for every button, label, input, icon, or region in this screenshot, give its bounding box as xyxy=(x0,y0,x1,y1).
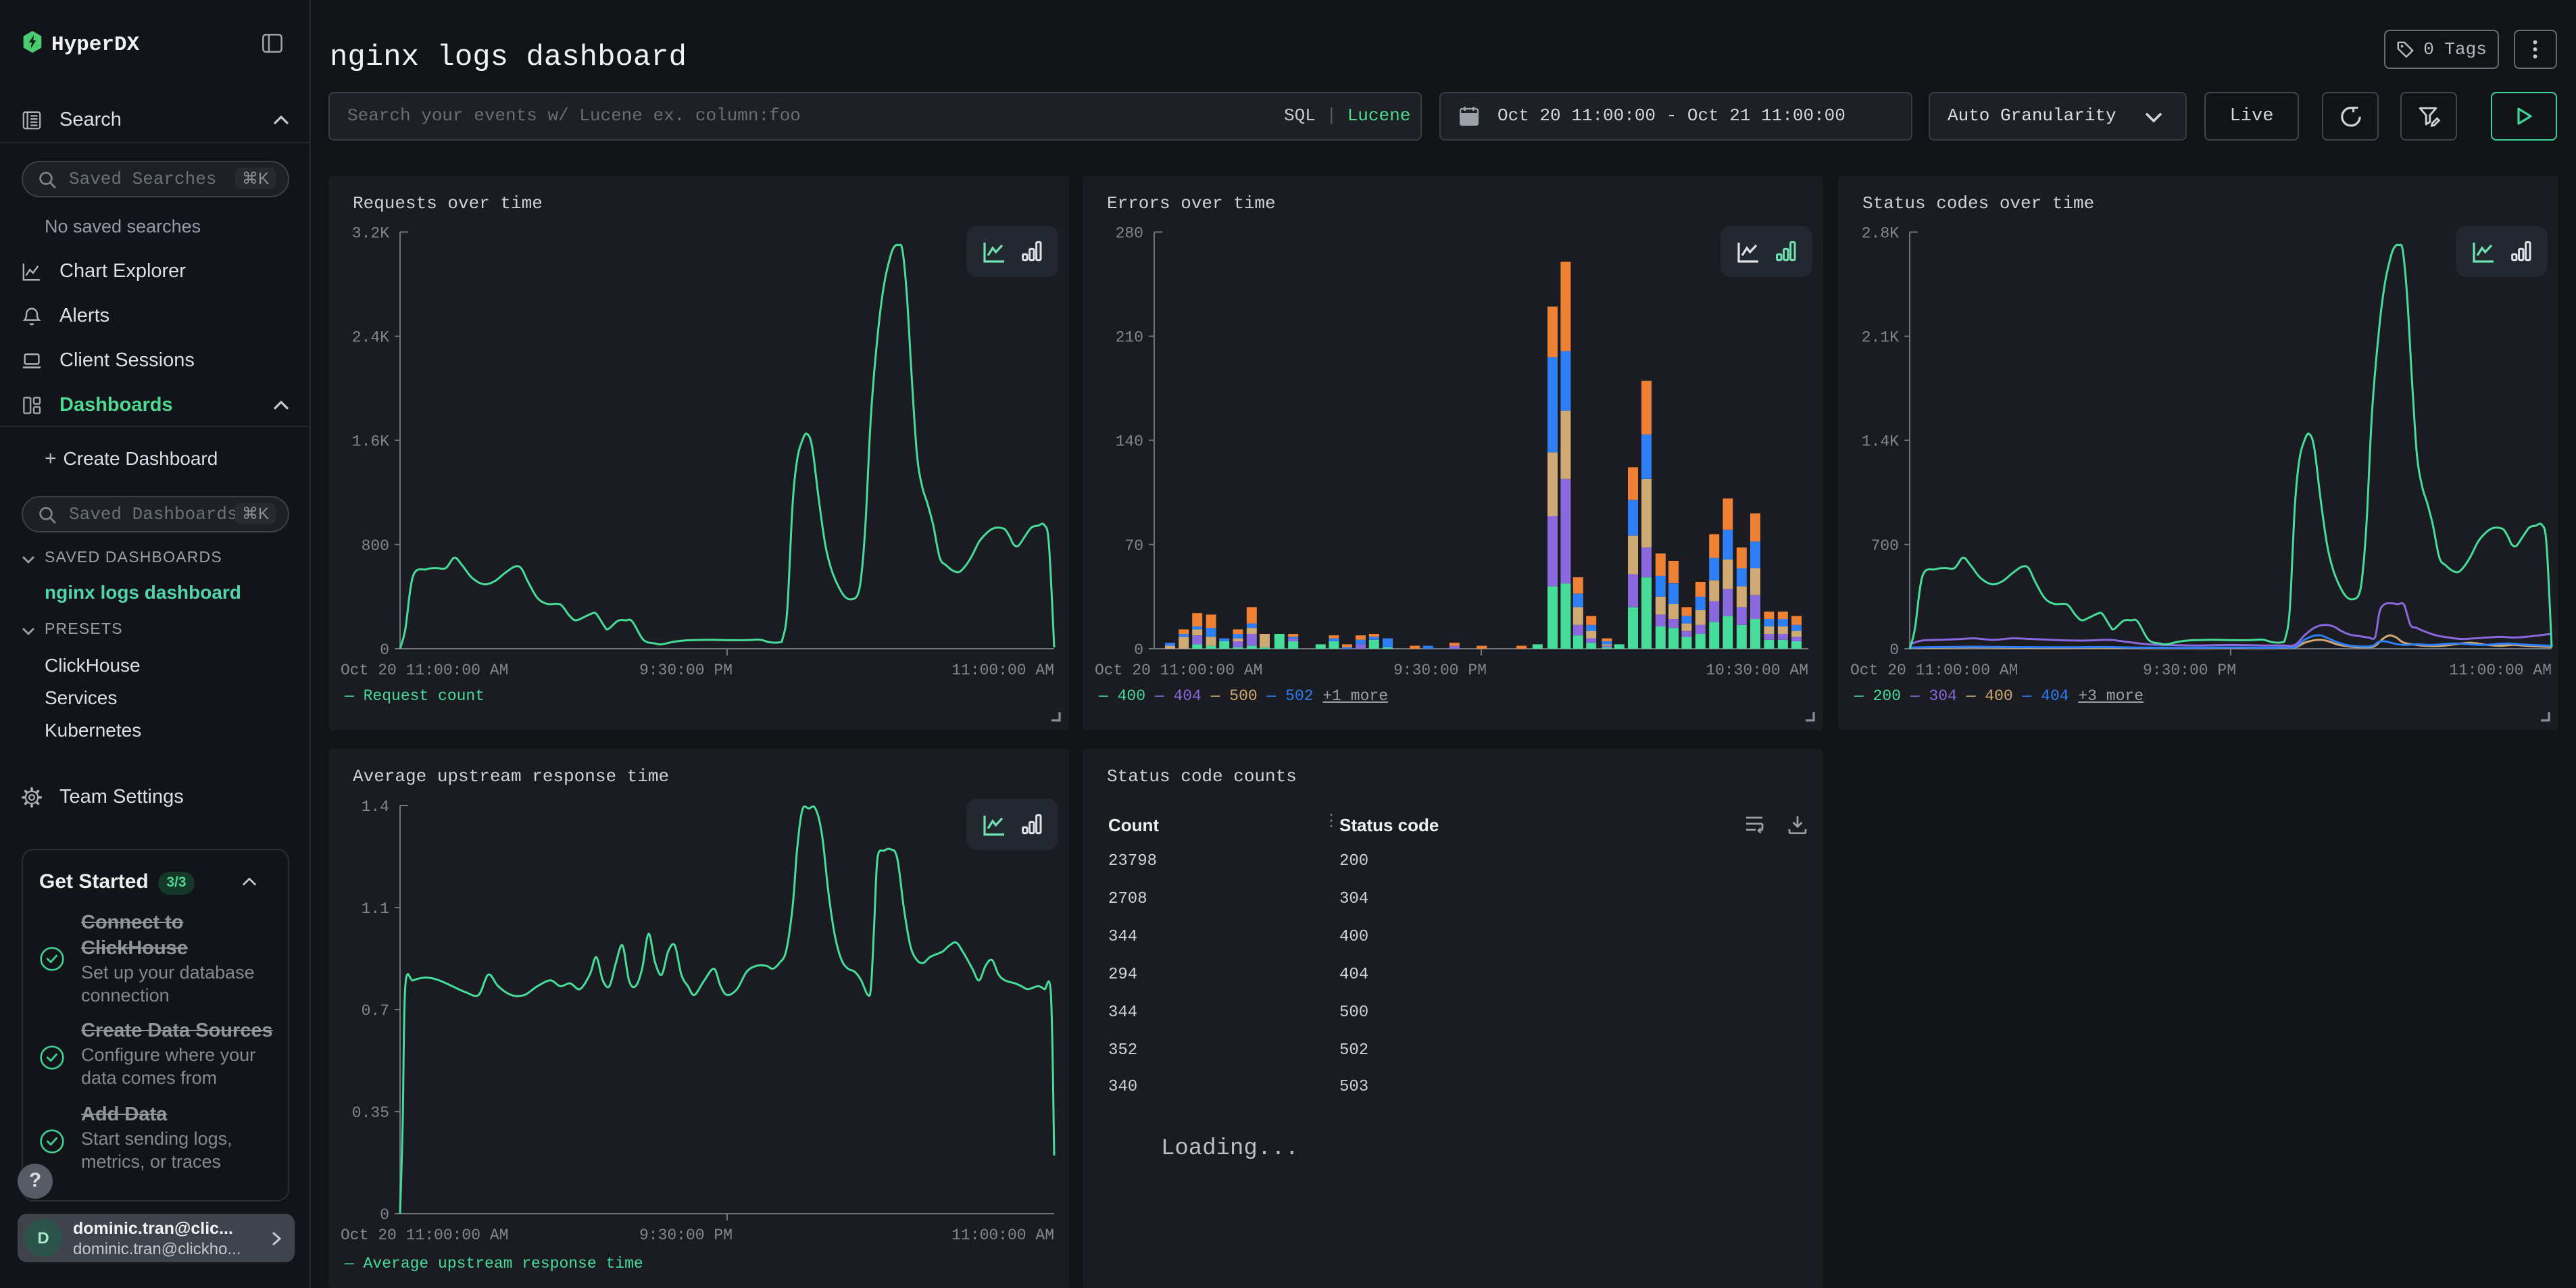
svg-text:0: 0 xyxy=(380,1206,389,1224)
svg-text:0.7: 0.7 xyxy=(362,1002,389,1020)
svg-text:11:00:00 AM: 11:00:00 AM xyxy=(951,662,1054,679)
svg-text:0.35: 0.35 xyxy=(352,1104,389,1122)
svg-text:800: 800 xyxy=(362,537,389,555)
svg-text:1.1: 1.1 xyxy=(362,900,389,918)
svg-text:2.1K: 2.1K xyxy=(1862,329,1899,347)
svg-text:10:30:00 AM: 10:30:00 AM xyxy=(1706,662,1808,679)
svg-text:0: 0 xyxy=(1134,641,1143,659)
svg-text:280: 280 xyxy=(1116,224,1143,242)
svg-text:11:00:00 AM: 11:00:00 AM xyxy=(951,1227,1054,1244)
svg-text:210: 210 xyxy=(1116,329,1143,347)
svg-text:3.2K: 3.2K xyxy=(352,224,389,242)
svg-text:Oct 20 11:00:00 AM: Oct 20 11:00:00 AM xyxy=(1850,662,2018,679)
svg-text:Oct 20 11:00:00 AM: Oct 20 11:00:00 AM xyxy=(341,1227,508,1244)
svg-text:1.6K: 1.6K xyxy=(352,433,389,451)
svg-text:9:30:00 PM: 9:30:00 PM xyxy=(2143,662,2236,679)
svg-text:2.4K: 2.4K xyxy=(352,329,389,347)
svg-text:11:00:00 AM: 11:00:00 AM xyxy=(2449,662,2552,679)
svg-text:2.8K: 2.8K xyxy=(1862,224,1899,242)
svg-text:9:30:00 PM: 9:30:00 PM xyxy=(639,662,733,679)
svg-text:Oct 20 11:00:00 AM: Oct 20 11:00:00 AM xyxy=(1095,662,1262,679)
svg-text:0: 0 xyxy=(1889,641,1899,659)
svg-text:9:30:00 PM: 9:30:00 PM xyxy=(1393,662,1487,679)
svg-text:9:30:00 PM: 9:30:00 PM xyxy=(639,1227,733,1244)
svg-text:0: 0 xyxy=(380,641,389,659)
svg-text:1.4K: 1.4K xyxy=(1862,433,1899,451)
svg-text:140: 140 xyxy=(1116,433,1143,451)
svg-text:700: 700 xyxy=(1871,537,1899,555)
svg-text:1.4: 1.4 xyxy=(362,798,389,816)
svg-text:70: 70 xyxy=(1124,537,1143,555)
svg-text:Oct 20 11:00:00 AM: Oct 20 11:00:00 AM xyxy=(341,662,508,679)
